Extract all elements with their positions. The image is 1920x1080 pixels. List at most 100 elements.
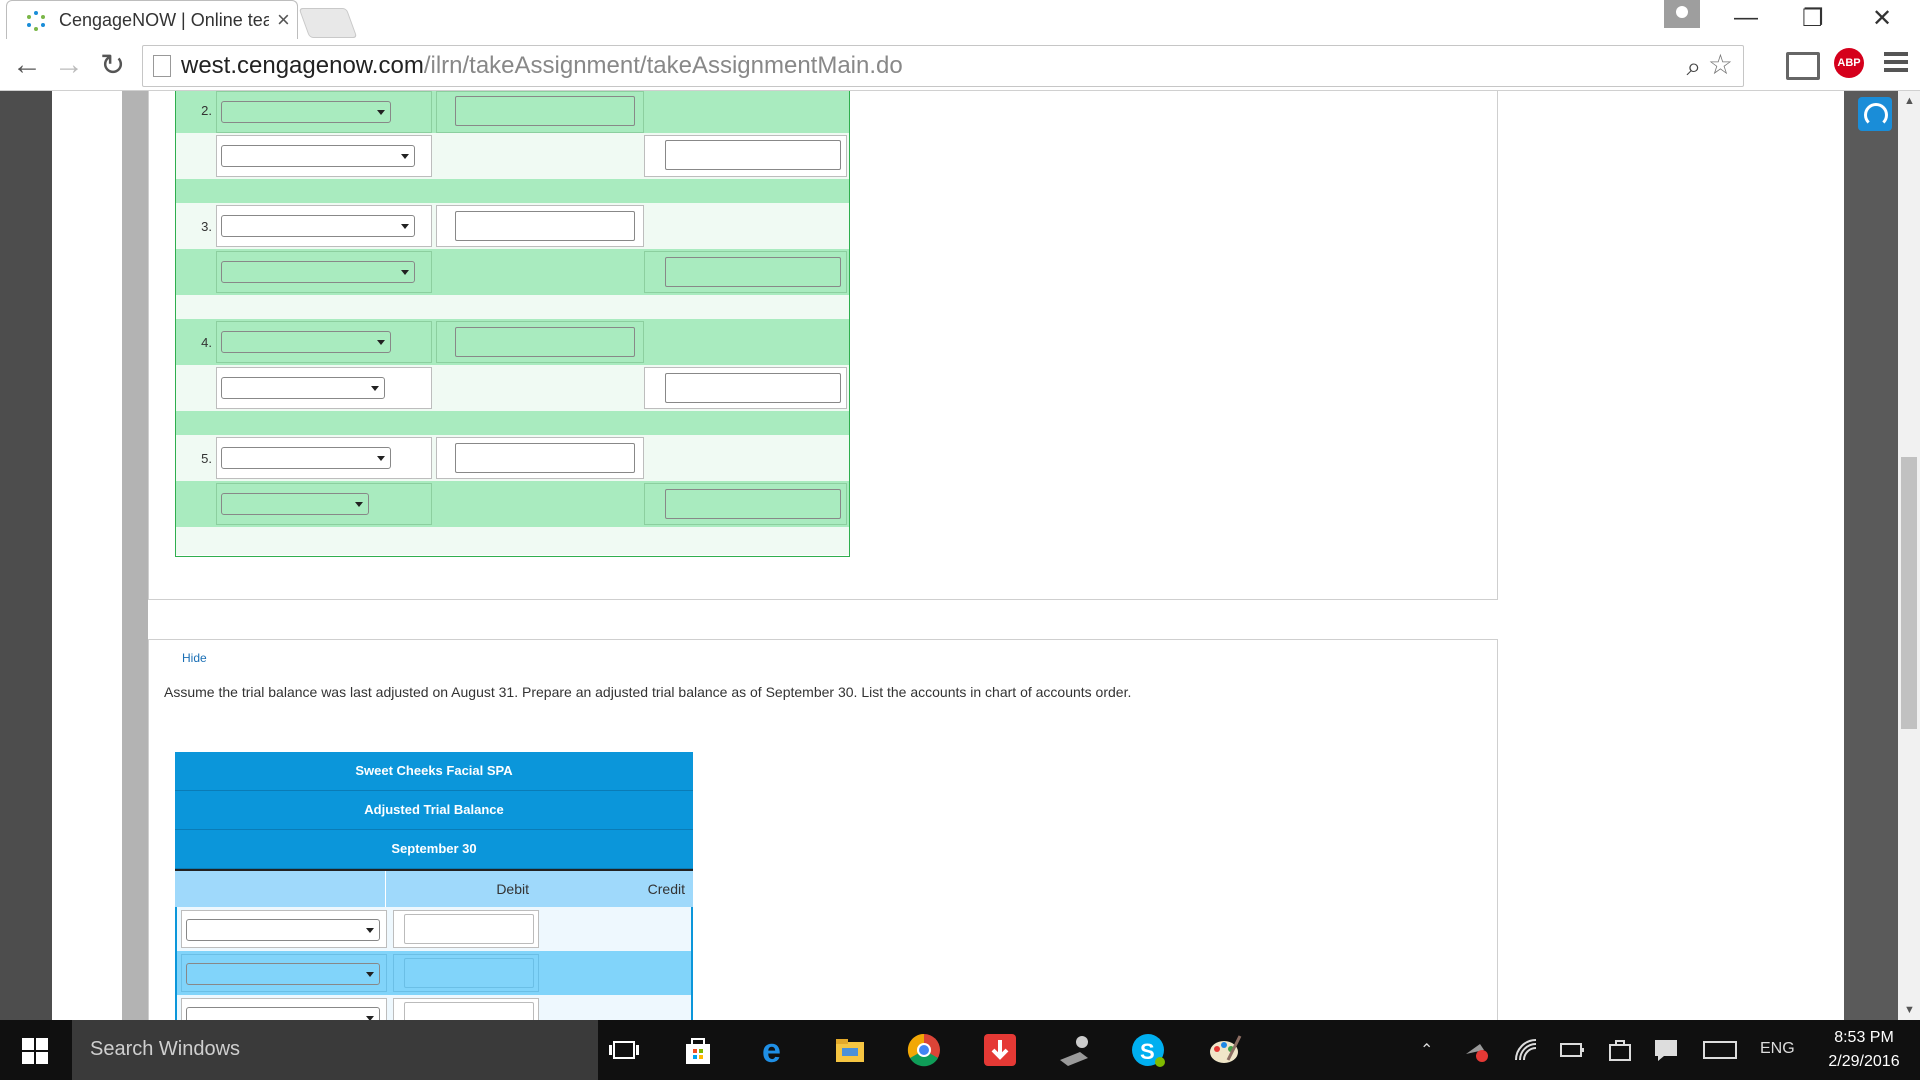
page-scrollbar[interactable]: ▲ ▼ <box>1898 91 1920 1020</box>
windows-start-icon[interactable] <box>22 1038 48 1064</box>
address-bar[interactable]: west.cengagenow.com/ilrn/takeAssignment/… <box>142 45 1744 87</box>
debit-input[interactable] <box>455 327 635 357</box>
browser-tab[interactable]: CengageNOW | Online tea × <box>6 0 298 39</box>
dropdown-arrow-icon <box>355 502 363 507</box>
trial-balance-table: Sweet Cheeks Facial SPA Adjusted Trial B… <box>175 752 693 1035</box>
debit-cell <box>393 910 539 948</box>
instructions-text: Assume the trial balance was last adjust… <box>164 684 1132 700</box>
account-cell <box>216 91 432 133</box>
journal-spacer <box>176 411 849 435</box>
table-row <box>175 951 693 995</box>
statement-title: Adjusted Trial Balance <box>175 791 693 830</box>
credit-cell <box>644 135 847 177</box>
antivirus-tray-icon[interactable] <box>1462 1036 1490 1064</box>
journal-row-debit: 5. <box>176 435 849 481</box>
account-select[interactable] <box>221 215 415 237</box>
dropdown-arrow-icon <box>401 270 409 275</box>
new-tab-button[interactable] <box>298 8 358 38</box>
network-tool-icon[interactable] <box>1054 1030 1094 1070</box>
account-select[interactable] <box>221 101 391 123</box>
debit-input[interactable] <box>455 96 635 126</box>
statement-date: September 30 <box>175 830 693 869</box>
window-close-icon[interactable]: ✕ <box>1872 4 1892 33</box>
account-cell <box>181 910 387 948</box>
file-explorer-icon[interactable] <box>830 1030 870 1070</box>
credit-input[interactable] <box>665 140 841 170</box>
taskbar-search-box[interactable]: Search Windows <box>72 1020 598 1080</box>
journal-row-debit: 2. <box>176 91 849 133</box>
debit-cell <box>436 321 644 363</box>
dropdown-arrow-icon <box>366 928 374 933</box>
chrome-icon[interactable] <box>904 1030 944 1070</box>
account-select[interactable] <box>186 963 380 985</box>
taskbar-clock[interactable]: 8:53 PM 2/29/2016 <box>1814 1026 1914 1074</box>
account-select[interactable] <box>221 145 415 167</box>
help-headset-icon[interactable] <box>1858 97 1892 131</box>
debit-input[interactable] <box>455 211 635 241</box>
restore-icon[interactable]: ❐ <box>1802 4 1824 33</box>
account-select[interactable] <box>221 261 415 283</box>
credit-input[interactable] <box>665 489 841 519</box>
entry-number: 3. <box>201 219 212 234</box>
journal-spacer <box>176 527 849 555</box>
show-hidden-icons-icon[interactable]: ⌃ <box>1420 1040 1433 1060</box>
column-header-row: Debit Credit <box>175 869 693 907</box>
tab-close-icon[interactable]: × <box>277 7 290 33</box>
left-gutter <box>122 91 148 1020</box>
download-manager-icon[interactable] <box>980 1030 1020 1070</box>
company-name: Sweet Cheeks Facial SPA <box>175 752 693 791</box>
journal-row-debit: 4. <box>176 319 849 365</box>
debit-input[interactable] <box>404 914 534 944</box>
account-select[interactable] <box>221 377 385 399</box>
credit-input[interactable] <box>665 257 841 287</box>
journal-row-debit: 3. <box>176 203 849 249</box>
paint-icon[interactable] <box>1204 1030 1244 1070</box>
account-select[interactable] <box>221 331 391 353</box>
scroll-down-icon[interactable]: ▼ <box>1904 1004 1915 1016</box>
clock-time: 8:53 PM <box>1834 1029 1894 1046</box>
scrollbar-thumb[interactable] <box>1901 457 1917 729</box>
account-select[interactable] <box>221 493 369 515</box>
scroll-up-icon[interactable]: ▲ <box>1904 95 1915 107</box>
briefcase-tray-icon[interactable] <box>1606 1036 1634 1064</box>
debit-column-header: Debit <box>496 881 529 897</box>
minimize-icon[interactable]: — <box>1734 4 1758 32</box>
account-select[interactable] <box>186 919 380 941</box>
entry-number: 4. <box>201 335 212 350</box>
language-indicator[interactable]: ENG <box>1760 1040 1795 1058</box>
battery-icon[interactable] <box>1558 1036 1586 1064</box>
back-icon[interactable]: ← <box>12 48 42 82</box>
store-icon[interactable] <box>678 1030 718 1070</box>
credit-column-header: Credit <box>647 881 685 897</box>
adblock-plus-icon[interactable]: ABP <box>1834 48 1864 78</box>
credit-input[interactable] <box>665 373 841 403</box>
bookmark-star-icon[interactable]: ☆ <box>1708 48 1733 81</box>
reload-icon[interactable]: ↻ <box>100 48 125 83</box>
skype-icon[interactable]: S <box>1128 1030 1168 1070</box>
page-icon <box>153 55 171 77</box>
debit-cell <box>436 205 644 247</box>
account-select[interactable] <box>221 447 391 469</box>
debit-input[interactable] <box>455 443 635 473</box>
account-cell <box>216 321 432 363</box>
zoom-icon[interactable]: ⌕ <box>1686 51 1701 83</box>
account-cell <box>216 437 432 479</box>
keyboard-icon[interactable] <box>1702 1036 1738 1064</box>
action-center-icon[interactable] <box>1652 1036 1680 1064</box>
dropdown-arrow-icon <box>377 340 385 345</box>
chrome-menu-icon[interactable] <box>1884 52 1908 76</box>
journal-row-credit <box>176 365 849 411</box>
task-view-icon[interactable] <box>604 1030 644 1070</box>
table-row <box>175 907 693 951</box>
edge-browser-icon[interactable]: e <box>754 1030 794 1070</box>
dropdown-arrow-icon <box>401 154 409 159</box>
hide-link[interactable]: Hide <box>182 651 207 665</box>
svg-text:S: S <box>1140 1039 1155 1064</box>
clock-date: 2/29/2016 <box>1828 1053 1900 1070</box>
wifi-icon[interactable] <box>1512 1036 1540 1064</box>
forward-icon[interactable]: → <box>54 48 84 82</box>
debit-input[interactable] <box>404 958 534 988</box>
cast-icon[interactable] <box>1786 52 1820 80</box>
profile-icon[interactable] <box>1664 0 1700 28</box>
url-text: west.cengagenow.com/ilrn/takeAssignment/… <box>181 52 903 79</box>
